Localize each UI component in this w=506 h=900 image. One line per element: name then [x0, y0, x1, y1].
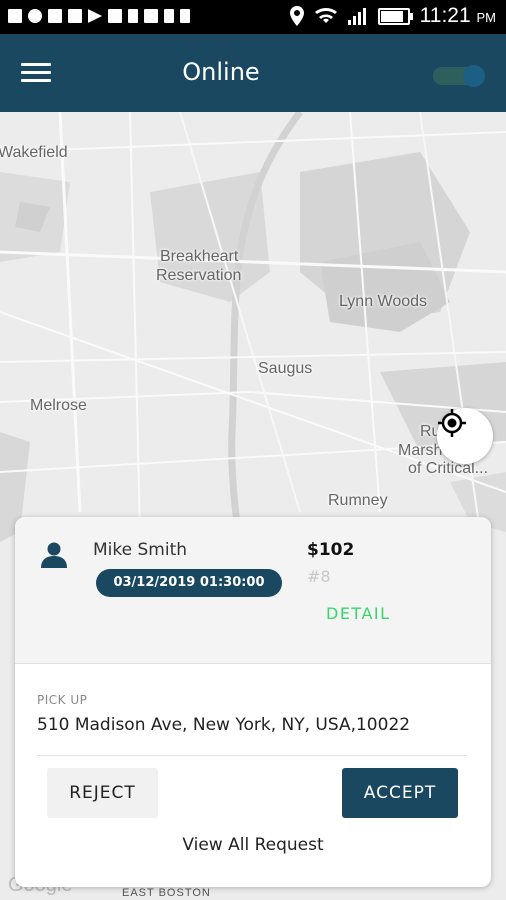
- map-label: Lynn Woods: [339, 293, 428, 310]
- clock-ampm: PM: [476, 10, 497, 25]
- bell-icon: [164, 9, 174, 23]
- fare-price: $102: [307, 540, 355, 560]
- notification-icon: [8, 9, 22, 23]
- signal-icon: [347, 8, 366, 25]
- map-label: of Critical...: [408, 460, 489, 477]
- map-label: EAST BOSTON: [122, 887, 211, 899]
- rider-name: Mike Smith: [93, 540, 188, 560]
- reject-button[interactable]: REJECT: [47, 768, 158, 818]
- wifi-icon: [314, 7, 337, 23]
- user-icon: [41, 542, 67, 568]
- status-right: 11:21 PM: [289, 4, 496, 28]
- pickup-label: PICK UP: [37, 693, 88, 707]
- location-icon: [289, 6, 304, 26]
- map-label: Wakefield: [0, 144, 68, 161]
- notification-icon: [48, 9, 62, 23]
- request-number: #8: [307, 567, 331, 586]
- my-location-button[interactable]: [437, 408, 493, 464]
- toggle-knob: [463, 65, 485, 87]
- page-title: Online: [182, 58, 260, 86]
- gallery-icon: [68, 9, 82, 23]
- online-toggle[interactable]: [433, 65, 485, 87]
- pickup-address: 510 Madison Ave, New York, NY, USA,10022: [37, 715, 411, 735]
- map-label: Rumney: [328, 492, 388, 509]
- facebook-icon: [108, 9, 122, 23]
- person-icon: [128, 9, 138, 23]
- battery-icon: [377, 7, 413, 25]
- app-icon: [144, 9, 158, 23]
- status-bar: 11:21 PM: [0, 0, 506, 34]
- detail-button[interactable]: DETAIL: [326, 604, 391, 623]
- request-summary: Mike Smith 03/12/2019 01:30:00 $102 #8 D…: [15, 517, 491, 664]
- clock-time: 11:21: [419, 4, 471, 27]
- accept-button[interactable]: ACCEPT: [342, 768, 458, 818]
- clock: 11:21 PM: [420, 4, 496, 28]
- divider: [37, 755, 467, 756]
- person-icon: [180, 9, 190, 23]
- whatsapp-icon: [28, 9, 42, 23]
- crosshair-icon: [438, 409, 466, 437]
- play-store-icon: [88, 9, 102, 23]
- view-all-requests-link[interactable]: View All Request: [15, 835, 491, 855]
- map-label: Breakheart: [160, 248, 239, 265]
- ride-request-card: Mike Smith 03/12/2019 01:30:00 $102 #8 D…: [15, 517, 491, 887]
- map-label: Melrose: [30, 397, 87, 414]
- app-bar: Online: [0, 34, 506, 112]
- notification-icons: [8, 9, 190, 23]
- map-label: Saugus: [258, 360, 313, 377]
- pickup-datetime-badge: 03/12/2019 01:30:00: [96, 569, 282, 597]
- map-label: Reservation: [156, 267, 242, 284]
